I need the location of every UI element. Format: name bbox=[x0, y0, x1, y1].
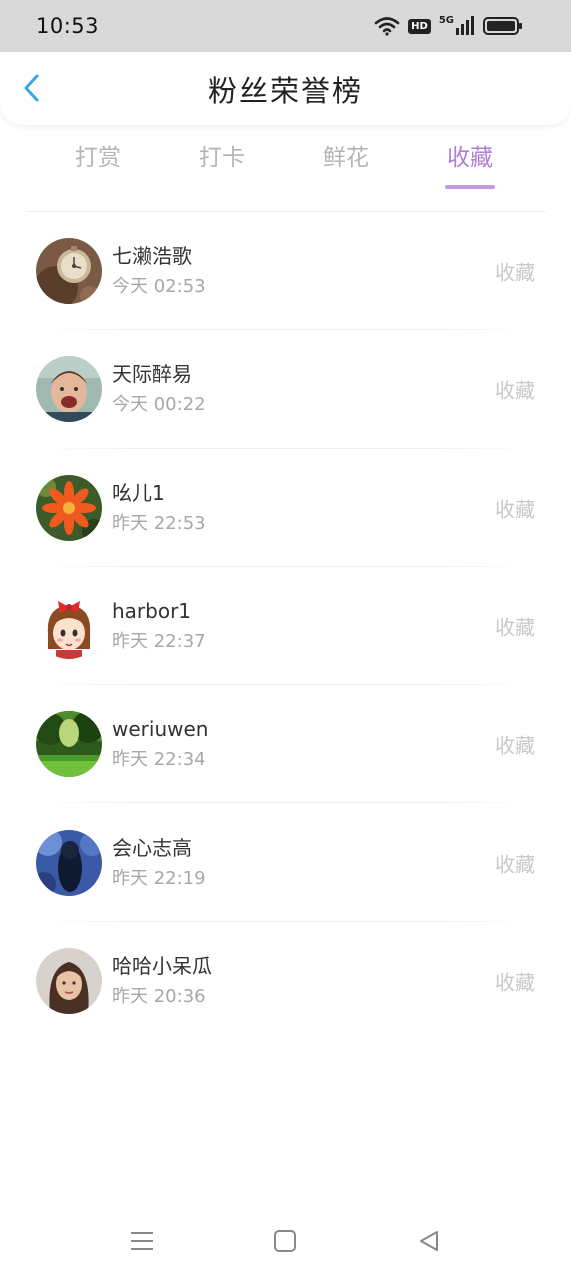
fan-info: weriuwen 昨天 22:34 bbox=[112, 715, 208, 773]
back-nav-button[interactable] bbox=[409, 1223, 449, 1263]
list-item[interactable]: 七濑浩歌 今天 02:53 收藏 bbox=[0, 212, 571, 331]
fan-time: 昨天 22:37 bbox=[112, 631, 206, 653]
fan-time: 昨天 22:34 bbox=[112, 749, 206, 771]
list-item[interactable]: 哈哈小呆瓜 昨天 20:36 收藏 bbox=[0, 922, 571, 1040]
menu-icon bbox=[129, 1229, 155, 1257]
status-time: 10:53 bbox=[36, 14, 100, 38]
home-button[interactable] bbox=[265, 1223, 305, 1263]
list-item[interactable]: 吆儿1 昨天 22:53 收藏 bbox=[0, 449, 571, 567]
tab-bar: 打赏 打卡 鲜花 收藏 bbox=[0, 138, 571, 194]
tab-label: 鲜花 bbox=[323, 145, 369, 171]
pocket-watch-avatar[interactable] bbox=[36, 238, 102, 305]
list-item[interactable]: harbor1 昨天 22:37 收藏 bbox=[0, 567, 571, 686]
fan-name: harbor1 bbox=[112, 599, 192, 624]
favorite-label: 收藏 bbox=[495, 970, 535, 995]
signal-5g-icon: 5G bbox=[439, 16, 475, 36]
favorite-label: 收藏 bbox=[495, 852, 535, 877]
list-item[interactable]: weriuwen 昨天 22:34 收藏 bbox=[0, 685, 571, 804]
fan-time: 今天 02:53 bbox=[112, 276, 206, 298]
fan-time: 今天 00:22 bbox=[112, 394, 206, 416]
favorite-label: 收藏 bbox=[495, 733, 535, 758]
fan-time: 昨天 22:53 bbox=[112, 512, 206, 534]
network-label: 5G bbox=[438, 15, 454, 26]
system-nav-bar bbox=[0, 1205, 571, 1280]
page-title: 粉丝荣誉榜 bbox=[207, 73, 363, 108]
hd-icon: HD bbox=[408, 18, 431, 34]
battery-icon bbox=[483, 16, 523, 36]
tab-label: 打卡 bbox=[199, 145, 245, 171]
chevron-left-icon bbox=[22, 73, 42, 107]
menu-button[interactable] bbox=[122, 1223, 162, 1263]
favorite-label: 收藏 bbox=[495, 260, 535, 285]
dark-blue-silhouette-avatar[interactable] bbox=[36, 829, 102, 896]
favorite-label: 收藏 bbox=[495, 615, 535, 640]
fan-info: 七濑浩歌 今天 02:53 bbox=[112, 242, 206, 300]
tab-flowers[interactable]: 鲜花 bbox=[284, 138, 408, 194]
header: 粉丝荣誉榜 bbox=[0, 52, 571, 125]
fan-name: 吆儿1 bbox=[112, 480, 165, 505]
list-item[interactable]: 会心志高 昨天 22:19 收藏 bbox=[0, 803, 571, 922]
wifi-icon bbox=[374, 16, 400, 36]
fan-info: 会心志高 昨天 22:19 bbox=[112, 834, 206, 892]
fan-name: weriuwen bbox=[112, 717, 209, 742]
favorite-label: 收藏 bbox=[495, 378, 535, 403]
fan-info: 天际醉易 今天 00:22 bbox=[112, 360, 206, 418]
back-triangle-icon bbox=[417, 1229, 441, 1257]
fan-info: harbor1 昨天 22:37 bbox=[112, 597, 206, 655]
laughing-child-avatar[interactable] bbox=[36, 356, 102, 423]
fan-time: 昨天 20:36 bbox=[112, 985, 206, 1007]
fan-name: 七濑浩歌 bbox=[112, 244, 192, 269]
status-bar: 10:53 HD 5G bbox=[0, 0, 571, 52]
status-icons: HD 5G bbox=[374, 16, 523, 36]
fan-name: 会心志高 bbox=[112, 835, 192, 860]
favorite-label: 收藏 bbox=[495, 497, 535, 522]
fan-name: 哈哈小呆瓜 bbox=[112, 953, 212, 978]
fan-list: 七濑浩歌 今天 02:53 收藏 天际醉易 今天 00:22 收藏 吆儿1 昨天… bbox=[0, 212, 571, 1040]
fan-time: 昨天 22:19 bbox=[112, 867, 206, 889]
fan-info: 吆儿1 昨天 22:53 bbox=[112, 479, 206, 537]
green-forest-avatar[interactable] bbox=[36, 711, 102, 778]
home-square-icon bbox=[273, 1229, 297, 1257]
back-button[interactable] bbox=[18, 73, 46, 107]
tab-label: 收藏 bbox=[447, 145, 493, 171]
tab-reward[interactable]: 打赏 bbox=[36, 138, 160, 194]
active-tab-indicator bbox=[445, 185, 495, 189]
orange-flower-avatar[interactable] bbox=[36, 474, 102, 541]
list-item[interactable]: 天际醉易 今天 00:22 收藏 bbox=[0, 330, 571, 449]
fan-info: 哈哈小呆瓜 昨天 20:36 bbox=[112, 952, 212, 1010]
girl-portrait-avatar[interactable] bbox=[36, 947, 102, 1014]
fan-name: 天际醉易 bbox=[112, 362, 192, 387]
cartoon-girl-avatar[interactable] bbox=[36, 593, 102, 660]
tab-favorites[interactable]: 收藏 bbox=[408, 138, 532, 194]
tab-checkin[interactable]: 打卡 bbox=[160, 138, 284, 194]
tab-label: 打赏 bbox=[75, 145, 121, 171]
